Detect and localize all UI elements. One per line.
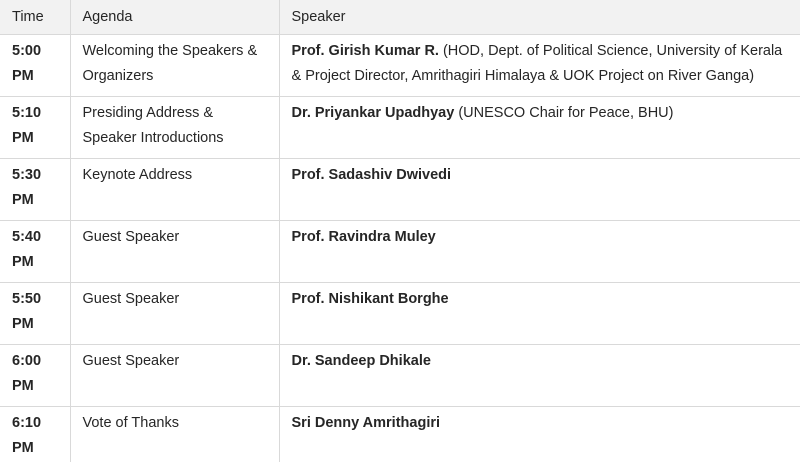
table-row: 5:00 PM Welcoming the Speakers & Organiz… (0, 34, 800, 97)
speaker-name: Prof. Sadashiv Dwivedi (291, 167, 452, 183)
header-row: Time Agenda Speaker (0, 0, 800, 35)
speaker-detail: (UNESCO Chair for Peace, BHU) (454, 105, 674, 121)
table-row: 6:10 PM Vote of Thanks Sri Denny Amritha… (0, 406, 800, 462)
speaker-cell: Prof. Ravindra Muley (278, 220, 800, 283)
table-row: 6:00 PM Guest Speaker Dr. Sandeep Dhikal… (0, 344, 800, 407)
agenda-cell: Welcoming the Speakers & Organizers (69, 34, 280, 97)
table-row: 5:30 PM Keynote Address Prof. Sadashiv D… (0, 158, 800, 221)
time-cell: 5:00 PM (0, 34, 71, 97)
speaker-cell: Prof. Nishikant Borghe (278, 282, 800, 345)
column-header-time: Time (0, 0, 71, 35)
time-cell: 5:30 PM (0, 158, 71, 221)
speaker-cell: Dr. Priyankar Upadhyay (UNESCO Chair for… (278, 96, 800, 159)
agenda-cell: Guest Speaker (69, 344, 280, 407)
time-cell: 5:40 PM (0, 220, 71, 283)
table-row: 5:10 PM Presiding Address & Speaker Intr… (0, 96, 800, 159)
agenda-cell: Vote of Thanks (69, 406, 280, 462)
time-cell: 6:10 PM (0, 406, 71, 462)
agenda-cell: Presiding Address & Speaker Introduction… (69, 96, 280, 159)
table-row: 5:50 PM Guest Speaker Prof. Nishikant Bo… (0, 282, 800, 345)
agenda-cell: Keynote Address (69, 158, 280, 221)
column-header-speaker: Speaker (278, 0, 800, 35)
column-header-agenda: Agenda (69, 0, 280, 35)
speaker-name: Prof. Ravindra Muley (291, 229, 436, 245)
speaker-name: Prof. Nishikant Borghe (291, 291, 449, 307)
speaker-name: Sri Denny Amrithagiri (291, 415, 441, 431)
time-cell: 5:50 PM (0, 282, 71, 345)
time-cell: 6:00 PM (0, 344, 71, 407)
time-cell: 5:10 PM (0, 96, 71, 159)
speaker-cell: Sri Denny Amrithagiri (278, 406, 800, 462)
agenda-table: Time Agenda Speaker 5:00 PM Welcoming th… (0, 0, 800, 462)
speaker-cell: Dr. Sandeep Dhikale (278, 344, 800, 407)
speaker-name: Dr. Sandeep Dhikale (291, 353, 431, 369)
speaker-cell: Prof. Sadashiv Dwivedi (278, 158, 800, 221)
agenda-cell: Guest Speaker (69, 220, 280, 283)
table-row: 5:40 PM Guest Speaker Prof. Ravindra Mul… (0, 220, 800, 283)
speaker-name: Dr. Priyankar Upadhyay (291, 105, 455, 121)
agenda-cell: Guest Speaker (69, 282, 280, 345)
speaker-name: Prof. Girish Kumar R. (291, 43, 439, 59)
speaker-cell: Prof. Girish Kumar R. (HOD, Dept. of Pol… (278, 34, 800, 97)
